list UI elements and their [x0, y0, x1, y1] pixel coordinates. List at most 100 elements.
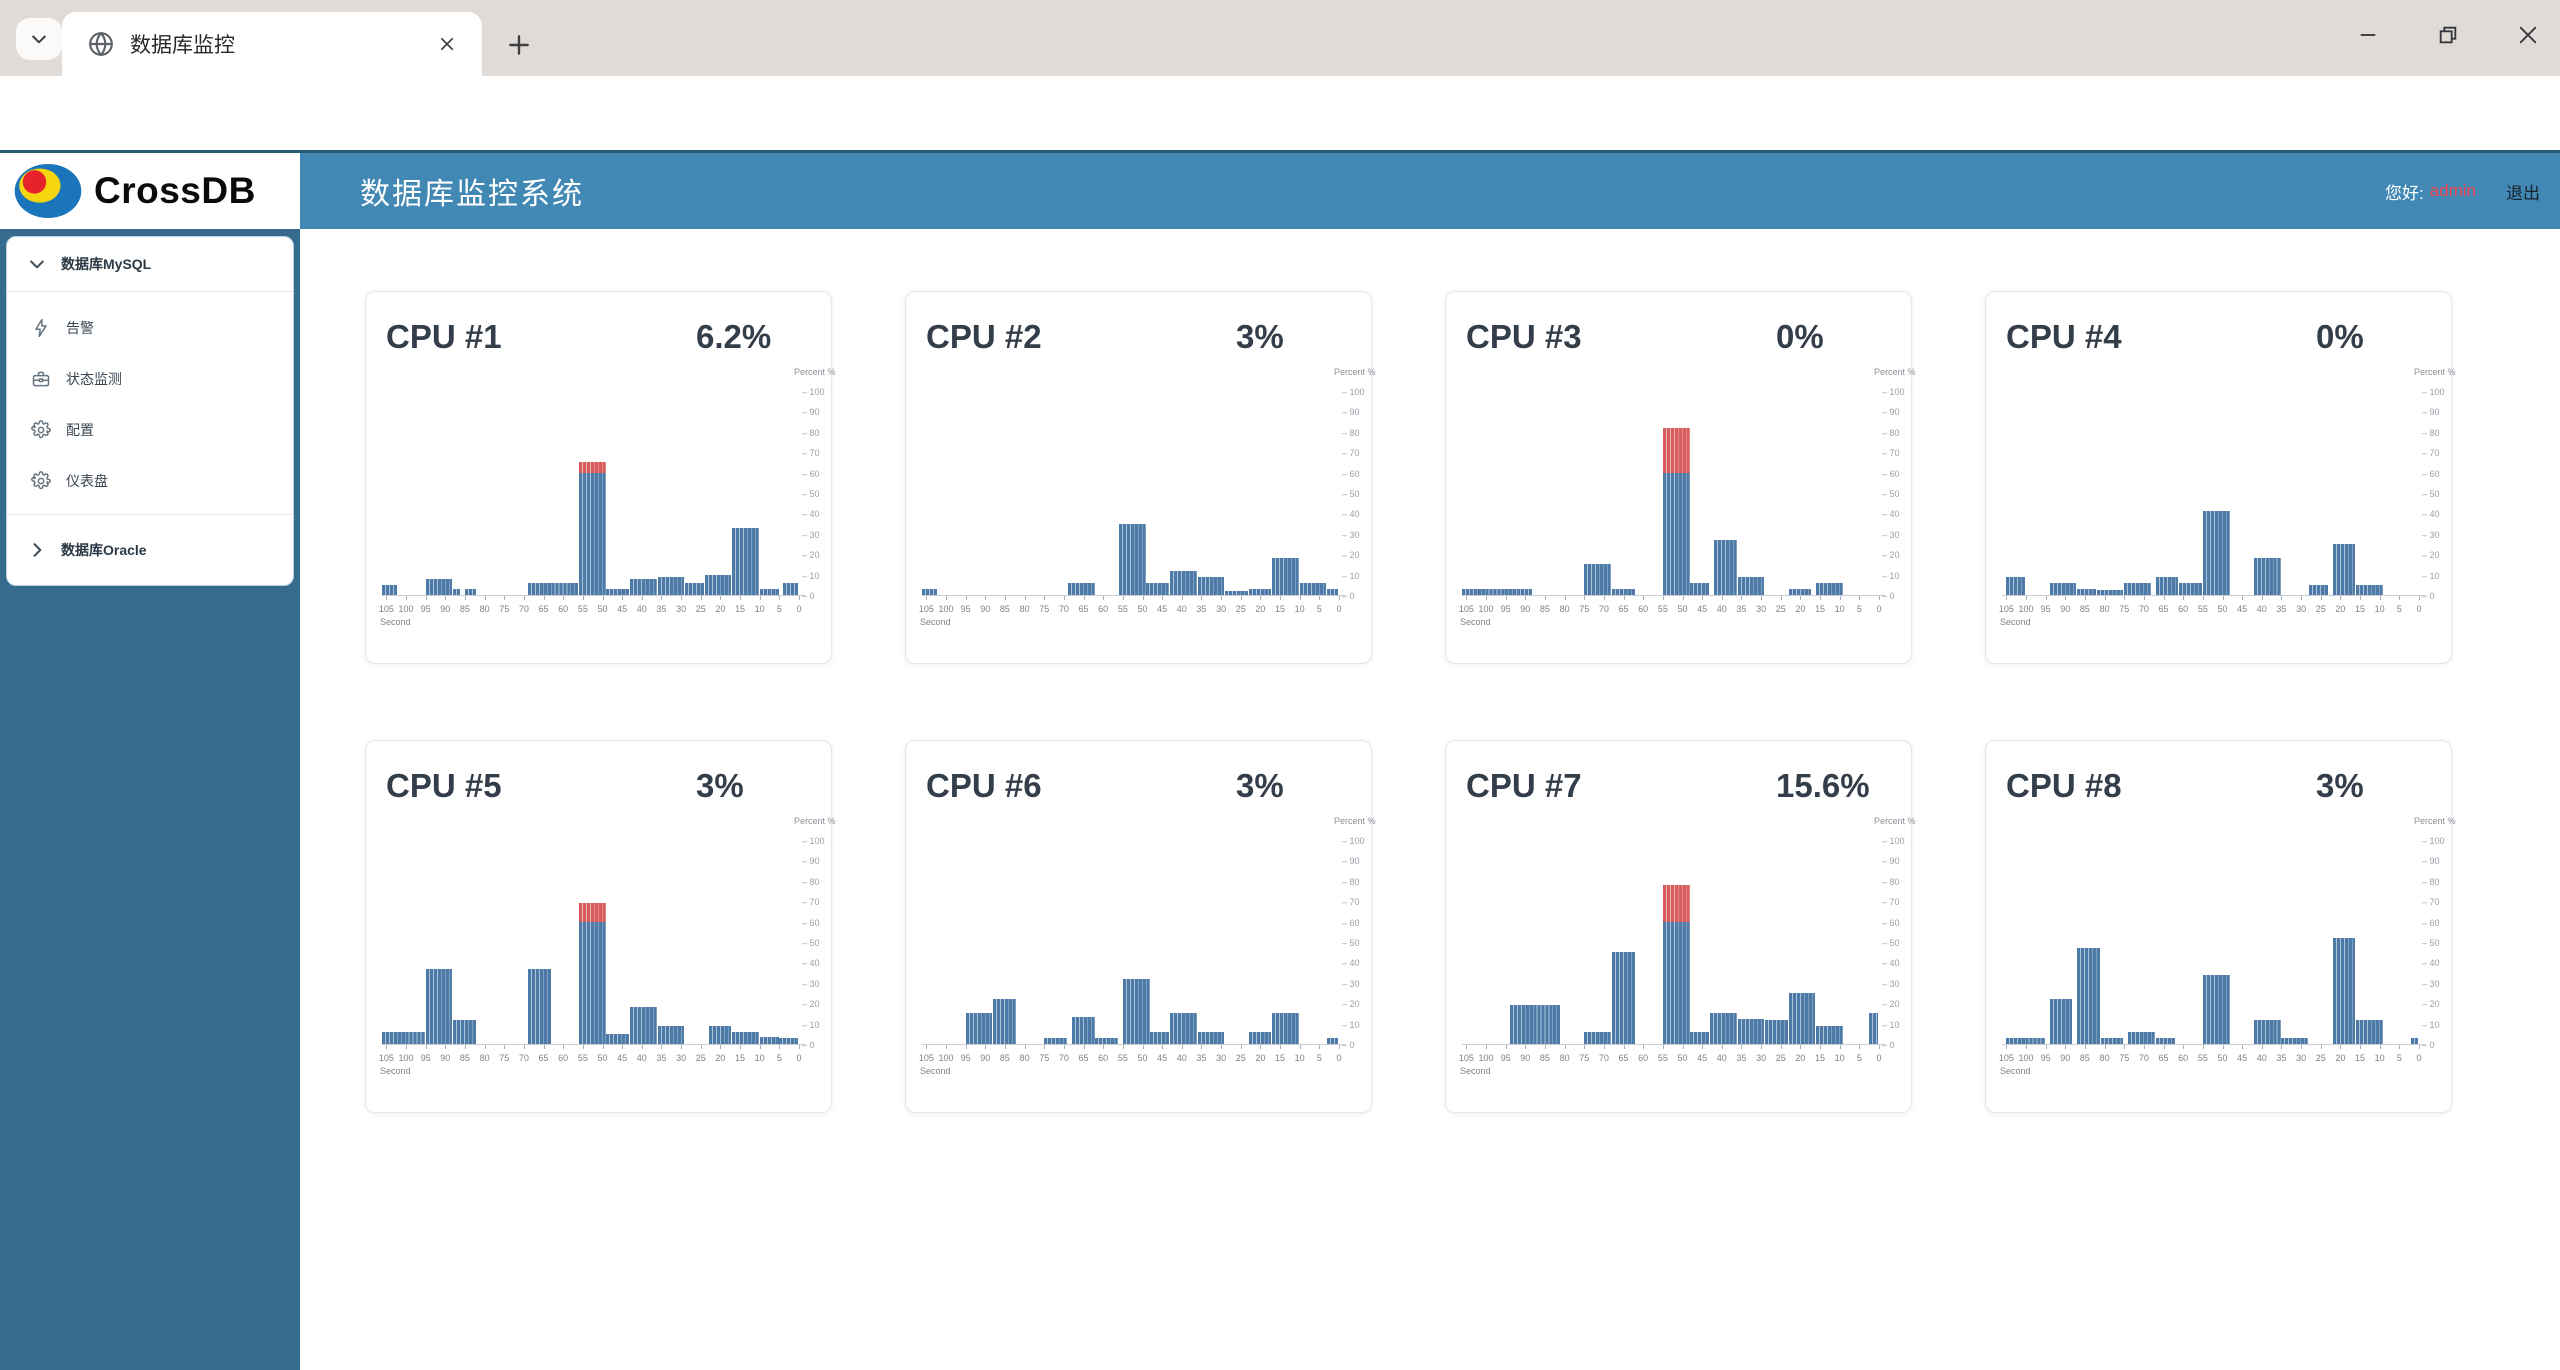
y-axis-title: Percent % — [1874, 816, 1916, 826]
y-axis-tick-label: – 10 — [1882, 1019, 1900, 1030]
bar-segment — [779, 1037, 799, 1045]
bar-segment — [1509, 1005, 1561, 1044]
bar-segment — [1662, 427, 1690, 596]
x-axis-tick — [1544, 596, 1546, 600]
x-axis-tick — [740, 1045, 742, 1049]
app-header: 数据库监控系统 您好: admin 退出 — [300, 153, 2560, 229]
x-axis-tick — [2242, 596, 2244, 600]
x-axis-tick — [2320, 596, 2322, 600]
chevron-right-icon — [33, 543, 42, 557]
y-axis-tick-label: – 60 — [1882, 917, 1900, 928]
bar-segment — [783, 582, 799, 596]
y-axis-tick-label: – 50 — [1882, 938, 1900, 948]
x-axis-tick — [1682, 596, 1684, 600]
x-axis-tick — [1879, 596, 1880, 600]
bar-segment — [1248, 1031, 1272, 1045]
x-axis-tick — [1466, 596, 1468, 600]
y-axis-tick-label: – 40 — [1882, 509, 1900, 520]
bar-segment — [1225, 590, 1248, 596]
x-axis-tick — [759, 596, 761, 600]
sidebar-item-alerts[interactable]: 告警 — [7, 302, 293, 353]
y-axis-tick-label: – 0 — [802, 591, 815, 601]
x-axis-tick — [2360, 1045, 2362, 1049]
bar-segment — [1765, 1019, 1788, 1045]
bar-segment — [527, 582, 579, 596]
sidebar-item-status-monitor[interactable]: 状态监测 — [7, 353, 293, 404]
x-axis-tick — [1800, 596, 1802, 600]
x-axis-tick — [543, 1045, 545, 1049]
x-axis-tick — [965, 596, 967, 600]
bar-segment — [1737, 1018, 1765, 1044]
window-minimize-button[interactable] — [2336, 0, 2400, 70]
logout-link[interactable]: 退出 — [2506, 179, 2540, 204]
x-axis-tick — [1299, 1045, 1301, 1049]
y-axis-tick-label: – 40 — [802, 509, 820, 520]
sidebar-group-oracle[interactable]: 数据库Oracle — [7, 515, 293, 585]
y-axis-tick-label: – 70 — [1882, 448, 1900, 459]
x-axis-tick — [1240, 1045, 1242, 1049]
x-axis-tick — [1181, 596, 1183, 600]
x-axis-tick — [1221, 1045, 1223, 1049]
x-axis-tick — [1122, 1045, 1124, 1049]
x-axis-tick — [1122, 596, 1124, 600]
y-axis-tick-label: – 0 — [2422, 591, 2435, 601]
x-axis-tick — [1761, 596, 1763, 600]
x-axis-tick — [563, 596, 565, 600]
bar-segment — [1044, 1037, 1068, 1045]
bar-segment — [2006, 1037, 2045, 1045]
tab-close-icon[interactable] — [432, 29, 462, 59]
x-axis-title: Second — [920, 617, 951, 627]
y-axis-tick-label: – 80 — [2422, 876, 2440, 887]
y-axis-tick-label: – 0 — [1882, 1040, 1895, 1050]
x-axis-tick — [1044, 596, 1046, 600]
x-axis-tick-label: 0 — [2416, 1053, 2422, 1063]
tab-search-button[interactable] — [16, 18, 62, 60]
x-axis-tick — [582, 1045, 584, 1049]
y-axis-tick-label: – 30 — [802, 529, 820, 540]
sidebar-item-config[interactable]: 配置 — [7, 404, 293, 455]
bar-segment — [759, 588, 779, 596]
x-axis-tick — [1662, 1045, 1664, 1049]
y-axis-tick-label: – 90 — [1882, 856, 1900, 867]
y-axis-tick-label: – 50 — [802, 938, 820, 948]
x-axis-tick — [1024, 1045, 1026, 1049]
bar-segment — [630, 1007, 657, 1044]
x-axis-tick — [2222, 1045, 2224, 1049]
y-axis-tick-label: – 60 — [2422, 917, 2440, 928]
bar-segment — [2077, 588, 2096, 596]
sidebar-group-mysql[interactable]: 数据库MySQL — [7, 237, 293, 291]
browser-tab[interactable]: 数据库监控 — [62, 12, 482, 76]
bar-segment — [606, 1033, 630, 1045]
browser-toolbar: localhost:8080/cross-db-engine/views/vie… — [0, 76, 2560, 214]
bar-segment — [1272, 1013, 1299, 1044]
bar-segment — [2049, 999, 2073, 1044]
status-monitor-icon — [32, 371, 50, 386]
x-axis-tick — [661, 1045, 663, 1049]
x-axis-tick — [1299, 596, 1301, 600]
y-axis-tick-label: – 80 — [802, 427, 820, 438]
bar-segment — [1327, 588, 1339, 596]
x-axis-tick — [386, 596, 388, 600]
x-axis-tick — [946, 596, 947, 600]
restore-icon — [2439, 26, 2457, 44]
bar-segment — [2332, 937, 2356, 1045]
y-axis-tick-label: – 70 — [802, 897, 820, 908]
x-axis-tick — [1643, 596, 1645, 600]
x-axis-tick — [2202, 1045, 2204, 1049]
bar-segment — [1118, 523, 1146, 596]
new-tab-button[interactable] — [496, 22, 542, 68]
bar-segment — [425, 578, 453, 596]
window-restore-button[interactable] — [2416, 0, 2480, 70]
bar-segment — [1299, 582, 1327, 596]
y-axis-title: Percent % — [1334, 367, 1376, 377]
window-close-button[interactable] — [2496, 0, 2560, 70]
minimize-icon — [2360, 34, 2376, 36]
sidebar-group-label: 数据库MySQL — [61, 256, 152, 272]
sidebar-item-dashboard[interactable]: 仪表盘 — [7, 455, 293, 506]
bar-chart-plot: – 0 – 10 – 20 – 30 – 40 – 50 – 60 – 70 – 80 – 90 –… — [906, 741, 1376, 1112]
bar-segment — [685, 582, 704, 596]
y-axis-tick-label: – 60 — [802, 917, 820, 928]
x-axis-tick — [523, 596, 525, 600]
y-axis-tick-label: – 90 — [2422, 856, 2440, 867]
y-axis-tick-label: – 80 — [802, 876, 820, 887]
